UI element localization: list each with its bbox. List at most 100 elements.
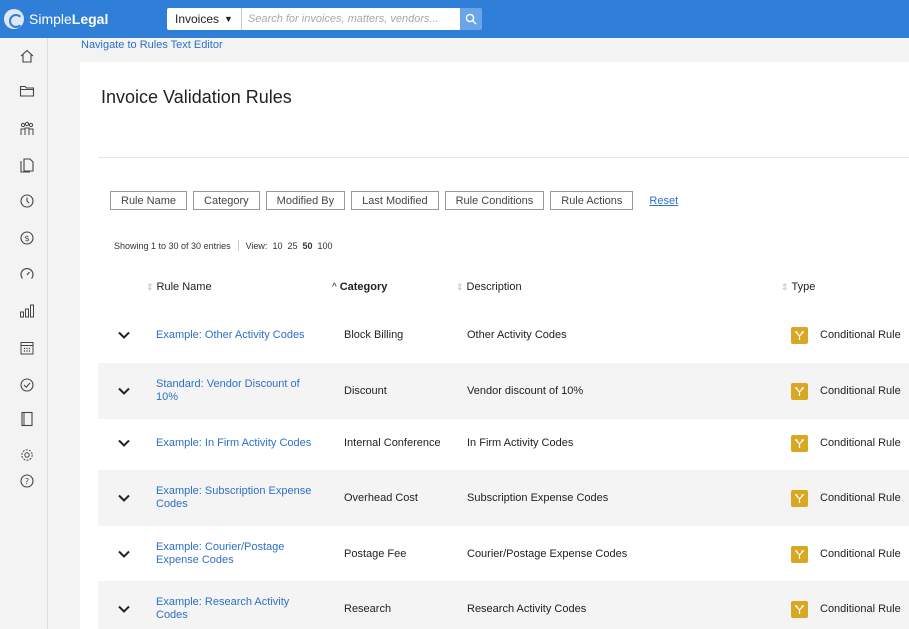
gear-icon[interactable]: [18, 446, 36, 464]
svg-text:$: $: [24, 234, 29, 243]
rule-description: Other Activity Codes: [467, 329, 567, 341]
search-button[interactable]: [459, 8, 482, 30]
sort-icon: ⇕: [146, 281, 154, 292]
table-row: Example: Courier/Postage Expense Codes P…: [98, 526, 909, 582]
rule-type: Conditional Rule: [791, 307, 909, 363]
table-row: Example: In Firm Activity Codes Internal…: [98, 415, 909, 471]
view-label: View:: [245, 240, 268, 251]
chevron-down-icon: ▼: [224, 14, 233, 24]
rule-category: Postage Fee: [344, 548, 407, 560]
column-header-rule-name[interactable]: ⇕ Rule Name: [146, 281, 212, 293]
rule-category: Block Billing: [344, 329, 404, 341]
conditional-rule-icon: [791, 326, 808, 344]
svg-text:?: ?: [25, 477, 29, 486]
separator: [237, 240, 239, 251]
view-option-100[interactable]: 100: [317, 241, 332, 251]
table-row: Example: Other Activity Codes Block Bill…: [98, 307, 909, 363]
rule-type: Conditional Rule: [791, 581, 909, 629]
filter-bar: Rule Name Category Modified By Last Modi…: [110, 191, 678, 210]
divider: [98, 157, 909, 158]
rule-description: Courier/Postage Expense Codes: [467, 548, 628, 560]
conditional-rule-icon: [791, 545, 808, 563]
column-header-type[interactable]: ⇕ Type: [781, 281, 815, 293]
expand-row-button[interactable]: [116, 526, 132, 582]
calendar-icon[interactable]: [18, 339, 36, 357]
page-title: Invoice Validation Rules: [101, 87, 292, 107]
search-icon: [465, 13, 477, 25]
rule-type: Conditional Rule: [791, 470, 909, 526]
logo-text-simple: Simple: [29, 11, 72, 27]
chevron-down-icon: [118, 439, 130, 447]
filter-category-button[interactable]: Category: [193, 191, 260, 210]
search-scope-label: Invoices: [175, 12, 220, 26]
rule-type: Conditional Rule: [791, 526, 909, 582]
sort-ascending-icon: ^: [332, 281, 337, 293]
check-circle-icon[interactable]: [18, 376, 36, 394]
rule-type: Conditional Rule: [791, 363, 909, 419]
sort-icon: ⇕: [781, 281, 789, 292]
gauge-icon[interactable]: [18, 265, 36, 283]
pagination-info: Showing 1 to 30 of 30 entries View: 10 2…: [114, 240, 333, 251]
table-row: Standard: Vendor Discount of 10% Discoun…: [98, 363, 909, 419]
reset-link[interactable]: Reset: [649, 195, 678, 207]
search-scope-select[interactable]: Invoices ▼: [167, 8, 242, 30]
app-logo[interactable]: Simple Legal: [0, 9, 160, 29]
rule-name-link[interactable]: Standard: Vendor Discount of 10%: [156, 363, 318, 419]
clock-icon[interactable]: [18, 192, 36, 210]
view-option-25[interactable]: 25: [287, 241, 297, 251]
rule-name-link[interactable]: Example: Research Activity Codes: [156, 581, 318, 629]
table-row: Example: Subscription Expense Codes Over…: [98, 470, 909, 526]
rule-name-link[interactable]: Example: Subscription Expense Codes: [156, 470, 318, 526]
rule-description: Vendor discount of 10%: [467, 385, 584, 397]
rule-name-link[interactable]: Example: Courier/Postage Expense Codes: [156, 526, 318, 582]
expand-row-button[interactable]: [116, 363, 132, 419]
logo-icon: [4, 9, 24, 29]
sort-icon: ⇕: [456, 281, 464, 292]
conditional-rule-icon: [791, 382, 808, 400]
rule-name-link[interactable]: Example: Other Activity Codes: [156, 307, 318, 363]
dollar-icon[interactable]: $: [18, 229, 36, 247]
conditional-rule-icon: [791, 434, 808, 452]
chevron-down-icon: [118, 550, 130, 558]
expand-row-button[interactable]: [116, 415, 132, 471]
top-bar: Simple Legal Invoices ▼: [0, 0, 909, 38]
rule-description: Research Activity Codes: [467, 603, 587, 615]
book-icon[interactable]: [18, 410, 36, 428]
help-icon[interactable]: ?: [18, 472, 36, 490]
expand-row-button[interactable]: [116, 307, 132, 363]
chevron-down-icon: [118, 605, 130, 613]
search-input[interactable]: [241, 8, 460, 30]
home-icon[interactable]: [18, 47, 36, 65]
expand-row-button[interactable]: [116, 470, 132, 526]
filter-rule-conditions-button[interactable]: Rule Conditions: [444, 191, 545, 210]
breadcrumb-link[interactable]: Navigate to Rules Text Editor: [81, 39, 223, 51]
rule-category: Internal Conference: [344, 437, 441, 449]
sidebar: $ ?: [0, 38, 48, 629]
rule-name-link[interactable]: Example: In Firm Activity Codes: [156, 415, 318, 471]
filter-last-modified-button[interactable]: Last Modified: [351, 191, 439, 210]
entries-count: Showing 1 to 30 of 30 entries: [114, 240, 231, 251]
expand-row-button[interactable]: [116, 581, 132, 629]
documents-icon[interactable]: [18, 156, 36, 174]
folder-icon[interactable]: [18, 82, 36, 100]
rule-category: Discount: [344, 385, 387, 397]
bar-chart-icon[interactable]: [18, 302, 36, 320]
conditional-rule-icon: [791, 600, 808, 618]
chevron-down-icon: [118, 387, 130, 395]
rules-card: Invoice Validation Rules Rule Name Categ…: [80, 62, 909, 629]
view-option-50[interactable]: 50: [302, 241, 312, 251]
rule-description: In Firm Activity Codes: [467, 437, 574, 449]
table-row: Example: Research Activity Codes Researc…: [98, 581, 909, 629]
column-header-category[interactable]: ^ Category: [332, 281, 387, 293]
filter-modified-by-button[interactable]: Modified By: [265, 191, 346, 210]
chevron-down-icon: [118, 331, 130, 339]
rule-category: Research: [344, 603, 392, 615]
filter-rule-actions-button[interactable]: Rule Actions: [550, 191, 634, 210]
column-header-description[interactable]: ⇕ Description: [456, 281, 522, 293]
conditional-rule-icon: [791, 489, 808, 507]
people-icon[interactable]: [18, 120, 36, 138]
rule-type: Conditional Rule: [791, 415, 909, 471]
view-option-10[interactable]: 10: [272, 241, 282, 251]
filter-rule-name-button[interactable]: Rule Name: [110, 191, 188, 210]
rule-category: Overhead Cost: [344, 492, 418, 504]
